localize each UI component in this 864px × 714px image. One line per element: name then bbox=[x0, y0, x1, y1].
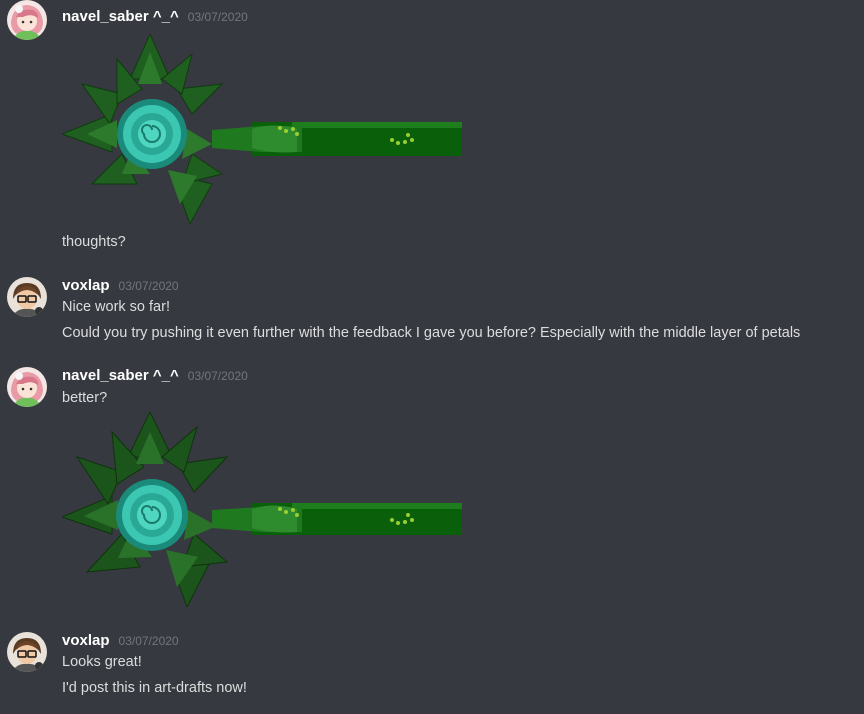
avatar[interactable] bbox=[7, 0, 47, 40]
chat-messages: navel_saber ^_^ 03/07/2020 thoughts? vox… bbox=[0, 0, 864, 714]
voxlap-avatar-icon bbox=[7, 277, 47, 317]
rose-sword-drawing-icon bbox=[62, 34, 462, 226]
message-header: voxlap 03/07/2020 bbox=[62, 277, 179, 297]
username[interactable]: navel_saber ^_^ bbox=[62, 8, 179, 25]
image-attachment[interactable] bbox=[62, 412, 472, 607]
message-text: Looks great! bbox=[62, 654, 142, 670]
message-text: better? bbox=[62, 390, 108, 406]
message-text: Could you try pushing it even further wi… bbox=[62, 325, 801, 341]
username[interactable]: navel_saber ^_^ bbox=[62, 367, 179, 384]
timestamp[interactable]: 03/07/2020 bbox=[119, 279, 179, 293]
timestamp[interactable]: 03/07/2020 bbox=[119, 634, 179, 648]
message-header: navel_saber ^_^ 03/07/2020 bbox=[62, 8, 248, 28]
message-text: Nice work so far! bbox=[62, 299, 170, 315]
voxlap-avatar-icon bbox=[7, 632, 47, 672]
message-header: voxlap 03/07/2020 bbox=[62, 632, 179, 652]
timestamp[interactable]: 03/07/2020 bbox=[188, 10, 248, 24]
avatar[interactable] bbox=[7, 632, 47, 672]
timestamp[interactable]: 03/07/2020 bbox=[188, 369, 248, 383]
navel-saber-avatar-icon bbox=[7, 367, 47, 407]
rose-sword-drawing-icon bbox=[62, 412, 462, 607]
username[interactable]: voxlap bbox=[62, 632, 110, 649]
message-header: navel_saber ^_^ 03/07/2020 bbox=[62, 367, 248, 387]
message-text: thoughts? bbox=[62, 234, 126, 250]
avatar[interactable] bbox=[7, 367, 47, 407]
navel-saber-avatar-icon bbox=[7, 0, 47, 40]
image-attachment[interactable] bbox=[62, 34, 472, 229]
username[interactable]: voxlap bbox=[62, 277, 110, 294]
message-text: I'd post this in art-drafts now! bbox=[62, 680, 247, 696]
avatar[interactable] bbox=[7, 277, 47, 317]
